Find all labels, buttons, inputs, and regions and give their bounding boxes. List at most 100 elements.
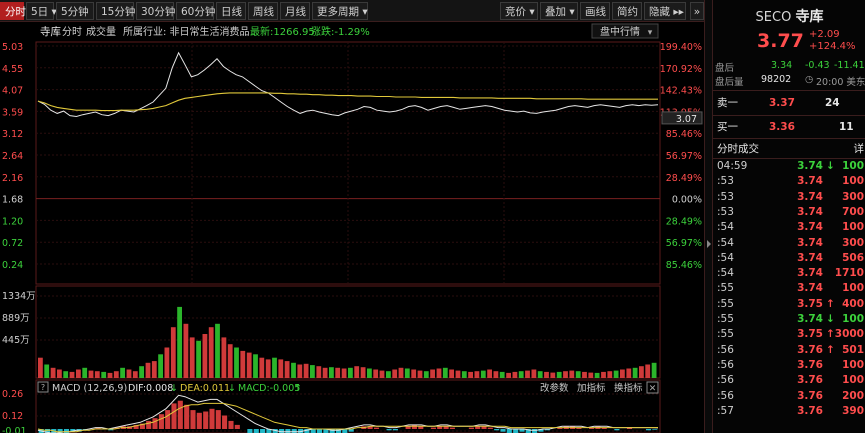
trade-row: 04:59 3.74 ↓ 100 [713,159,865,174]
volume-bar [348,367,353,378]
tool-button-0[interactable]: 竞价 ▾ [500,2,538,20]
volume-bar [170,327,176,378]
tool-button-3[interactable]: 简约 [612,2,642,20]
pct-tick-label: 85.46% [666,260,702,271]
trade-price: 3.76 [797,374,823,387]
volume-bar [537,371,543,378]
volume-bar [639,366,644,378]
period-tab-7[interactable]: 周线 [248,2,278,20]
trade-row: :53 3.74 700 [713,205,865,220]
volume-bar [145,362,151,378]
volume-bar [44,364,50,378]
period-tab-0[interactable]: 分时 [0,2,26,20]
collapse-arrow-icon [707,240,711,248]
pct-tick-label: 56.97% [666,238,702,249]
macd-button-2[interactable]: 换指标 [614,382,643,394]
trade-row: :55 3.74 100 [713,281,865,296]
trades-detail-link[interactable]: 详 [854,141,865,157]
volume-bar [506,372,511,378]
period-tab-5[interactable]: 60分钟 [176,2,215,20]
intraday-chart[interactable]: 寺库 分时 成交量 所属行业: 非日常生活消费品 最新:1266.95 涨跌:-1.29%… [0,22,704,433]
pct-tick-label: 56.97% [666,151,702,162]
timestamp: 20:00 美东 [816,77,865,88]
volume-bar [474,371,480,378]
trade-volume: 501 [842,343,864,356]
after-hours-volume-row: 盘后量 98202 ◷ 20:00 美东 [713,74,865,88]
trade-time: :54 [717,221,734,234]
volume-bar [651,362,657,378]
volume-bar [569,370,575,378]
double-chevron-right-icon[interactable]: » [690,2,704,20]
trade-row: :55 3.74 ↓ 100 [713,312,865,327]
volume-bar [265,359,271,378]
tool-button-2[interactable]: 画线 [580,2,610,20]
ask-label: 卖一 [717,97,738,109]
pct-tick-label: 28.49% [666,216,702,227]
volume-bar [436,368,442,378]
volume-bar [480,370,486,378]
tool-button-4[interactable]: 隐藏 ▸▸ [644,2,686,20]
arrow-up-icon: ↑ [826,343,835,356]
volume-bar [411,369,417,378]
arrow-down-icon: ↓ [170,383,178,394]
bid-row: 买一 3.36 11 [713,119,865,135]
trade-volume: 300 [842,236,864,249]
period-tab-1[interactable]: 5日 ▾ [26,2,57,20]
volume-bar [455,370,461,378]
trade-time: :55 [717,297,734,310]
divider [713,115,865,116]
macd-tick-label: 0.26 [2,389,23,400]
period-tab-9[interactable]: 更多周期 ▾ [312,2,368,20]
trade-price: 3.74 [797,221,823,234]
volume-bar [550,372,556,378]
pct-tick-label: 0.00% [672,195,702,206]
volume-bar [468,371,473,378]
trade-row: :53 3.74 100 [713,174,865,189]
volume-bar [354,366,360,378]
stock-name: 寺库 [795,9,824,25]
trade-volume: 700 [842,205,864,218]
chart-toolbar: 分时 5日 ▾ 5分钟 15分钟 30分钟 60分钟 日线 周线 月线 更多周期 ▾ 竞价 ▾ 叠加 … [0,0,704,22]
trade-row: :54 3.74 506 [713,251,865,266]
trade-volume: 100 [842,221,864,234]
trade-row: :53 3.74 300 [713,190,865,205]
pct-tick-label: 85.46% [666,129,702,140]
period-tab-6[interactable]: 日线 [216,2,246,20]
volume-bar [373,369,379,378]
volume-bar [525,370,530,378]
arrow-up-icon: ↑ [294,383,302,394]
volume-bar [499,371,505,378]
info-mode-intraday: 分时 [62,26,82,38]
price-tick-label: 4.07 [2,86,23,97]
trades-list[interactable]: 04:59 3.74 ↓ 100:53 3.74 100:53 3.74 300:53 3.74… [713,159,865,433]
info-stock-name: 寺库 [40,25,61,38]
tool-button-1[interactable]: 叠加 ▾ [540,2,578,20]
close-icon-glyph[interactable]: ✕ [649,384,657,394]
panel-splitter[interactable] [704,0,712,433]
volume-bar [620,369,625,378]
trade-price: 3.76 [797,343,823,356]
trade-price: 3.75 [797,297,823,310]
volume-bar [126,369,132,378]
period-tab-8[interactable]: 月线 [280,2,310,20]
market-dropdown-label: 盘中行情 [600,25,640,38]
macd-button-0[interactable]: 改参数 [540,382,569,394]
volume-bar [107,372,113,378]
trade-volume: 100 [842,175,864,188]
trade-time: :55 [717,313,734,325]
price-tick-label: 5.03 [2,42,23,53]
volume-bar [246,352,252,378]
chart-canvas[interactable]: 寺库 分时 成交量 所属行业: 非日常生活消费品 最新:1266.95涨跌:-1.29%… [0,22,704,433]
period-tab-2[interactable]: 5分钟 [56,2,94,20]
current-price-tag-label: 3.07 [676,114,697,125]
volume-bar [582,371,587,378]
period-tab-3[interactable]: 15分钟 [96,2,135,20]
volume-bar [113,371,119,378]
macd-button-1[interactable]: 加指标 [577,382,606,394]
trade-price: 3.74 [797,175,823,188]
volume-tick-label: 889万 [2,313,30,324]
volume-bar [310,365,315,378]
trade-time: :56 [717,343,734,356]
period-tab-4[interactable]: 30分钟 [136,2,175,20]
volume-bar [227,344,233,378]
